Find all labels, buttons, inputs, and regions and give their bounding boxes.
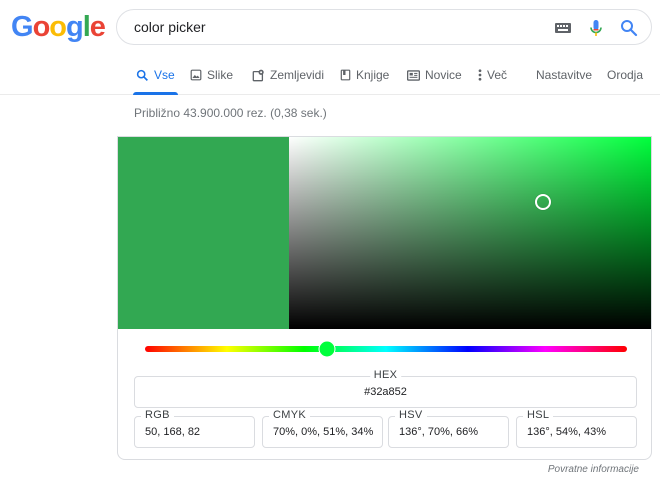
hex-field[interactable]: HEX #32a852 (134, 369, 637, 408)
tab-maps[interactable]: Zemljevidi (252, 68, 324, 82)
mic-icon[interactable] (586, 18, 606, 38)
hsv-label: HSV (395, 409, 427, 421)
rgb-field[interactable]: RGB 50, 168, 82 (134, 409, 255, 448)
selected-color-swatch (118, 137, 289, 329)
logo-letter: e (89, 11, 106, 43)
tab-label: Orodja (607, 68, 644, 82)
tab-label: Zemljevidi (270, 68, 325, 82)
search-icon[interactable] (619, 18, 639, 38)
more-vert-icon (478, 69, 482, 81)
tab-label: Knjige (356, 68, 390, 82)
cmyk-label: CMYK (269, 409, 310, 421)
tab-label: Slike (207, 68, 234, 82)
color-selector-handle[interactable] (535, 194, 552, 211)
cmyk-input[interactable]: 70%, 0%, 51%, 34% (273, 426, 373, 438)
tab-settings[interactable]: Nastavitve (536, 68, 592, 82)
hex-input[interactable]: #32a852 (135, 386, 636, 398)
result-stats: Približno 43.900.000 rez. (0,38 sek.) (134, 106, 327, 120)
map-icon (252, 69, 264, 81)
search-tabs: Vse Slike Zemljevidi Knjige Novice Več N… (0, 60, 660, 95)
logo-letter: g (66, 11, 84, 43)
search-box[interactable]: color picker (116, 9, 652, 45)
hex-label: HEX (369, 369, 402, 381)
hue-slider-handle[interactable] (318, 340, 336, 358)
hsv-input[interactable]: 136°, 70%, 66% (399, 426, 478, 438)
value-gradient (289, 137, 651, 329)
hsl-input[interactable]: 136°, 54%, 43% (527, 426, 606, 438)
tab-news[interactable]: Novice (407, 68, 462, 82)
google-logo[interactable]: Google (11, 11, 106, 44)
rgb-label: RGB (141, 409, 174, 421)
tab-tools[interactable]: Orodja (607, 68, 643, 82)
logo-letter: G (11, 11, 34, 43)
tab-more[interactable]: Več (478, 68, 507, 82)
keyboard-icon[interactable] (553, 18, 573, 38)
tab-all[interactable]: Vse (133, 68, 178, 95)
hsl-label: HSL (523, 409, 554, 421)
feedback-link[interactable]: Povratne informacije (548, 464, 639, 475)
hsv-field[interactable]: HSV 136°, 70%, 66% (388, 409, 509, 448)
logo-letter: l (82, 11, 91, 43)
news-icon (407, 69, 420, 81)
rgb-input[interactable]: 50, 168, 82 (145, 426, 200, 438)
hue-slider[interactable] (145, 340, 627, 358)
color-picker-card: HEX #32a852 RGB 50, 168, 82 CMYK 70%, 0%… (117, 136, 652, 460)
saturation-value-area[interactable] (289, 137, 651, 329)
logo-letter: o (49, 11, 67, 43)
logo-letter: o (32, 11, 51, 43)
tab-images[interactable]: Slike (190, 68, 233, 82)
tab-books[interactable]: Knjige (340, 68, 389, 82)
tab-label: Nastavitve (536, 68, 593, 82)
book-icon (340, 69, 351, 81)
tab-label: Več (487, 68, 508, 82)
tab-label: Vse (154, 68, 175, 82)
cmyk-field[interactable]: CMYK 70%, 0%, 51%, 34% (262, 409, 383, 448)
search-input[interactable]: color picker (134, 19, 206, 35)
image-icon (190, 69, 202, 81)
search-icon (136, 69, 148, 81)
tab-label: Novice (425, 68, 462, 82)
hsl-field[interactable]: HSL 136°, 54%, 43% (516, 409, 637, 448)
